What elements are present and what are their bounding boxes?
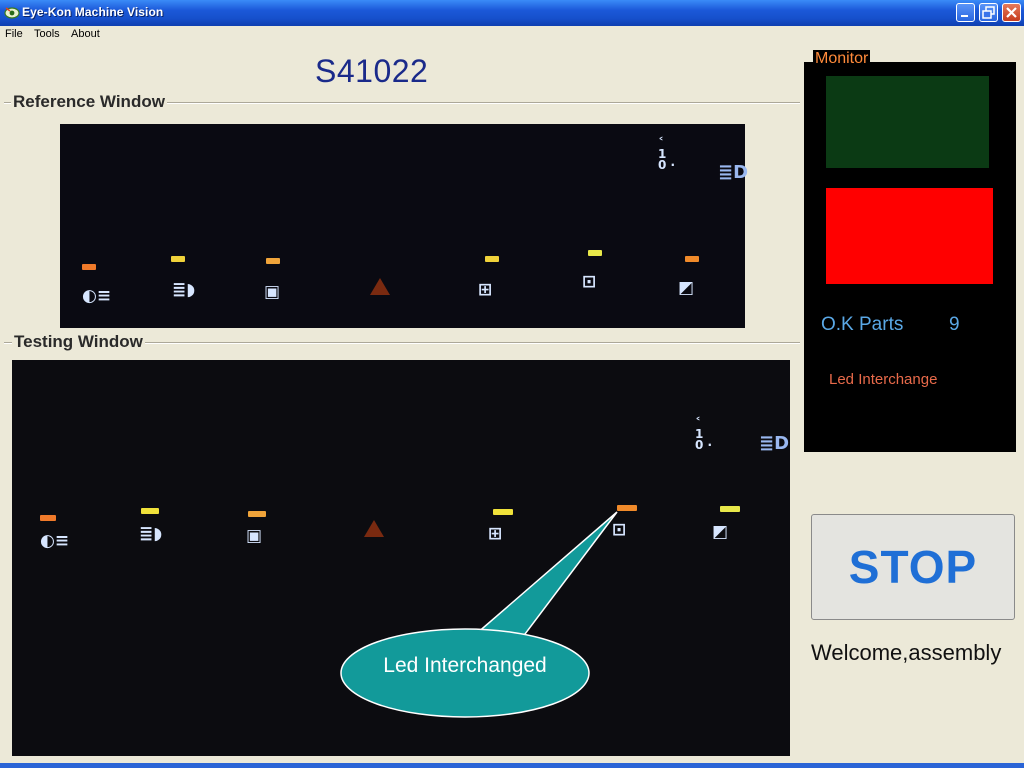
taskbar-edge	[0, 763, 1024, 768]
callout-text: Led Interchanged	[383, 654, 547, 677]
